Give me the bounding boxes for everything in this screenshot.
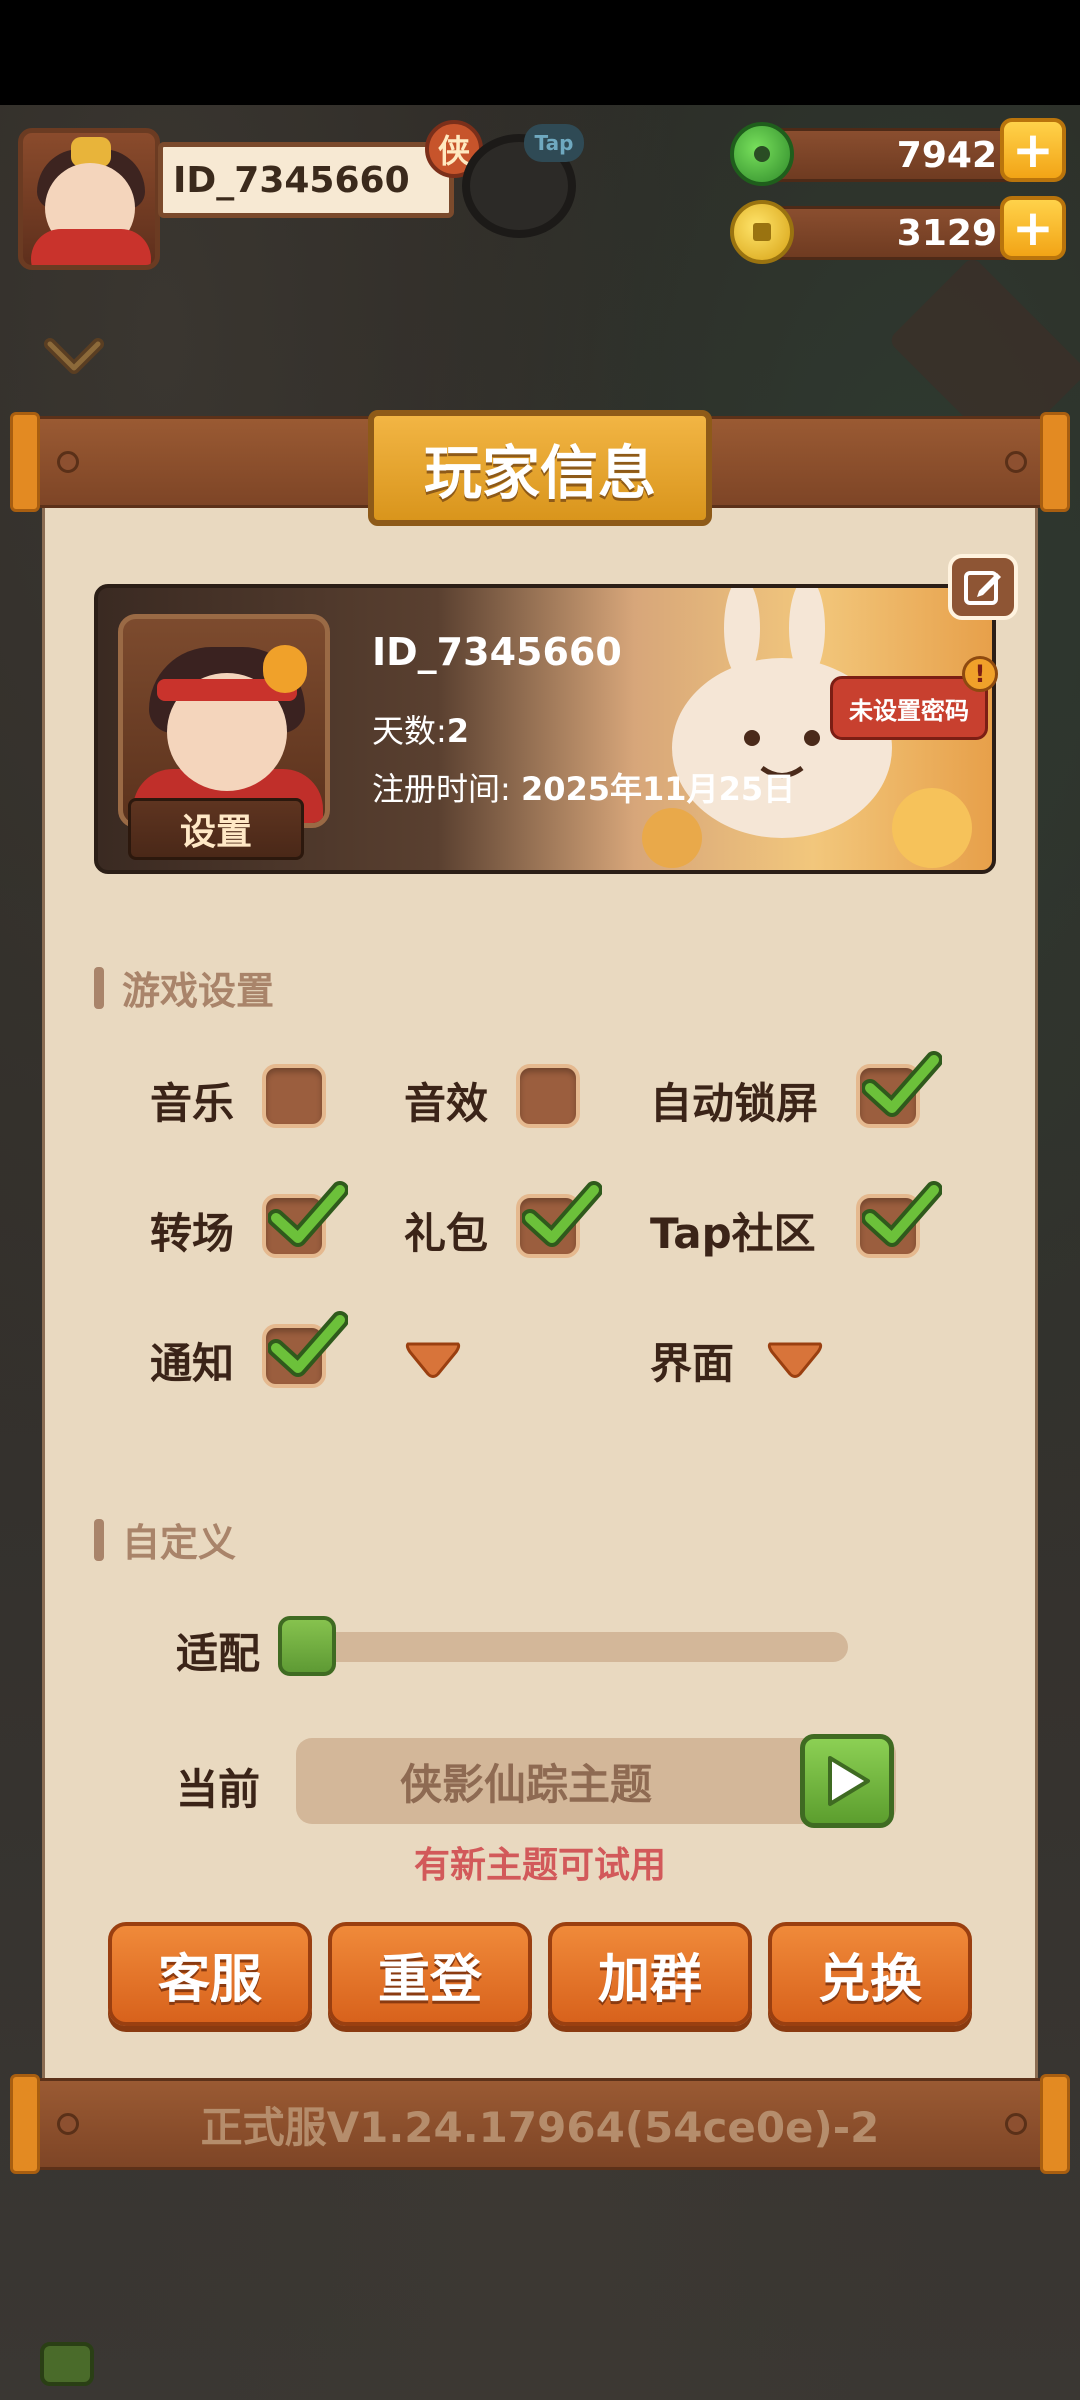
adapt-slider-track[interactable] [282,1632,848,1662]
coin-icon [730,200,794,264]
plank-end-right [1040,412,1070,512]
register-label: 注册时间: [372,770,511,808]
avatar-body [31,229,151,265]
panel-title: 玩家信息 [368,410,712,526]
set-password-button[interactable]: 未设置密码 [830,676,988,740]
dropdown-arrow-icon[interactable] [404,1338,462,1380]
option-sfx-label: 音效 [404,1079,489,1128]
add-coin-button[interactable]: + [1000,196,1066,260]
nail-decoration [1005,451,1027,473]
days-value: 2 [446,712,470,750]
status-bar-area [0,0,1080,105]
coin-amount: 3129 [768,206,1018,260]
jade-icon [730,122,794,186]
customer-service-button[interactable]: 客服 [108,1922,312,2026]
check-icon [522,1181,602,1247]
option-autolock-label: 自动锁屏 [650,1079,819,1128]
tap-tag: Tap [524,124,584,162]
chevron-down-icon[interactable] [44,326,104,386]
check-icon [862,1051,942,1117]
adapt-slider-knob[interactable] [278,1616,336,1676]
check-icon [862,1181,942,1247]
days-label: 天数: [372,712,447,750]
check-icon [268,1181,348,1247]
bottom-toggle[interactable] [40,2342,94,2386]
game-settings-heading: 游戏设置 [94,960,274,1015]
music-checkbox[interactable] [262,1064,326,1128]
notify-checkbox[interactable] [262,1311,348,1388]
player-avatar[interactable] [18,128,160,270]
transition-checkbox[interactable] [262,1181,348,1258]
sfx-checkbox[interactable] [516,1064,580,1128]
autolock-checkbox[interactable] [856,1051,942,1128]
plank-end-left [10,412,40,512]
register-value: 2025年11月25日 [520,770,796,808]
profile-avatar[interactable] [118,614,330,828]
days-played: 天数:2 [372,706,469,752]
redeem-button[interactable]: 兑换 [768,1922,972,2026]
profile-id: ID_7345660 [372,630,622,674]
option-gift-label: 礼包 [404,1209,489,1258]
edit-icon [964,571,1001,605]
nail-decoration [57,451,79,473]
alert-icon: ! [962,656,998,692]
option-notify-label: 通知 [150,1339,235,1388]
check-icon [268,1311,348,1377]
custom-heading: 自定义 [94,1512,236,1567]
gift-checkbox[interactable] [516,1181,602,1258]
option-music-label: 音乐 [150,1079,235,1128]
jade-amount: 7942 [768,128,1018,182]
theme-hint: 有新主题可试用 [413,1845,666,1886]
edit-profile-button[interactable] [948,554,1018,620]
tap-community-checkbox[interactable] [856,1181,942,1258]
theme-play-button[interactable] [800,1734,894,1828]
option-ui-label: 界面 [650,1339,735,1388]
play-icon [828,1756,870,1806]
register-time: 注册时间: 2025年11月25日 [372,764,795,810]
option-tap-community-label: Tap社区 [650,1209,816,1258]
player-id-label: ID_7345660 [158,142,454,218]
add-jade-button[interactable]: + [1000,118,1066,182]
relogin-button[interactable]: 重登 [328,1922,532,2026]
ui-dropdown-arrow-icon[interactable] [766,1338,824,1380]
current-theme-label: 当前 [176,1765,261,1814]
version-label: 正式服V1.24.17964(54ce0e)-2 [200,2102,880,2152]
option-transition-label: 转场 [150,1209,235,1258]
avatar-crest [263,645,307,693]
join-group-button[interactable]: 加群 [548,1922,752,2026]
adapt-label: 适配 [176,1629,261,1678]
avatar-setting-button[interactable]: 设置 [128,798,304,860]
